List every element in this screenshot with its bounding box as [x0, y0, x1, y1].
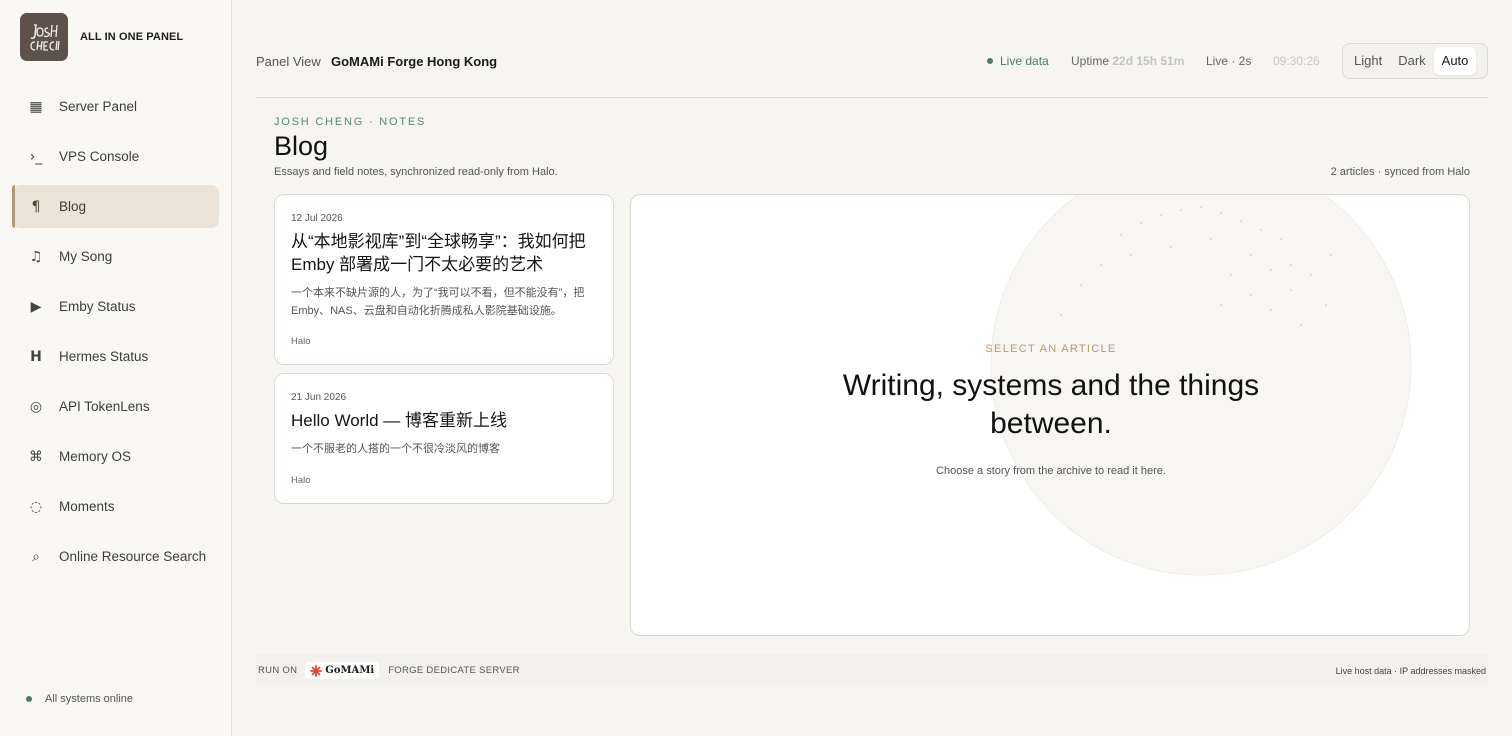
sidebar-item-label: Server Panel [59, 99, 138, 114]
article-excerpt: 一个本来不缺片源的人，为了“我可以不看，但不能没有”，把 Emby、NAS、云盘… [291, 287, 585, 317]
article-title: Hello World — 博客重新上线 [291, 411, 507, 430]
refresh-interval: Live · 2s [1206, 54, 1252, 68]
theme-light-button[interactable]: Light [1346, 47, 1390, 75]
sidebar-item-label: API TokenLens [59, 399, 150, 414]
play-icon: ▶ [30, 298, 42, 315]
sidebar-nav: ▦ Server Panel ›_ VPS Console ¶ Blog ♫ M… [12, 85, 219, 585]
reader-title: Writing, systems and the things between. [842, 369, 1260, 440]
gomami-badge[interactable]: GoMAMi [305, 662, 380, 679]
live-data-indicator: Live data [987, 54, 1049, 68]
article-excerpt: 一个不服老的人搭的一个不很冷淡风的博客 [291, 443, 500, 455]
article-date: 12 Jul 2026 [291, 213, 343, 224]
uptime-label: Uptime [1071, 54, 1110, 68]
article-source: Halo [291, 475, 311, 486]
sidebar-item-label: Hermes Status [59, 349, 149, 364]
dotted-circle-icon: ◌ [29, 498, 43, 515]
footer: RUN ON GoMAMi FORGE DEDICATE SERVER Live… [256, 654, 1488, 687]
reader-subtitle: Choose a story from the archive to read … [936, 465, 1166, 477]
article-count: 2 articles · synced from Halo [1330, 166, 1470, 178]
clock: 09:30:26 [1273, 54, 1320, 68]
topbar: Panel View GoMAMi Forge Hong Kong Live d… [256, 43, 1488, 79]
brand[interactable]: ALL IN ONE PANEL [20, 13, 183, 61]
gomami-logo-icon [310, 664, 323, 677]
sidebar-item-label: Memory OS [59, 449, 132, 464]
footer-note: Live host data · IP addresses masked [1335, 665, 1486, 676]
breadcrumb: Panel View [256, 54, 321, 69]
sidebar-item-api-tokenlens[interactable]: ◎ API TokenLens [12, 385, 219, 428]
article-source: Halo [291, 336, 311, 347]
page-title: Blog [274, 131, 329, 161]
letter-h-icon: H [30, 348, 42, 365]
sidebar-item-label: Online Resource Search [59, 549, 207, 564]
theme-auto-button[interactable]: Auto [1433, 47, 1477, 75]
theme-dark-button[interactable]: Dark [1390, 47, 1433, 75]
terminal-icon: ›_ [29, 148, 43, 165]
pilcrow-icon: ¶ [31, 198, 41, 215]
sidebar-item-my-song[interactable]: ♫ My Song [12, 235, 219, 278]
sidebar-item-vps-console[interactable]: ›_ VPS Console [12, 135, 219, 178]
reader-eyebrow: SELECT AN ARTICLE [985, 343, 1117, 355]
page-context-title: GoMAMi Forge Hong Kong [331, 54, 498, 69]
command-icon: ⌘ [29, 448, 43, 465]
sidebar-item-hermes-status[interactable]: H Hermes Status [12, 335, 219, 378]
uptime-value: 22d 15h 51m [1112, 54, 1185, 68]
sidebar-item-memory-os[interactable]: ⌘ Memory OS [12, 435, 219, 478]
system-status: All systems online [26, 693, 133, 705]
music-note-icon: ♫ [29, 248, 43, 265]
live-dot-icon [987, 58, 993, 64]
article-title: 从“本地影视库”到“全球畅享”：我如何把 Emby 部署成一门不太必要的艺术 [291, 232, 586, 274]
search-icon: ⌕ [32, 548, 40, 565]
sidebar-item-moments[interactable]: ◌ Moments [12, 485, 219, 528]
status-dot-icon [26, 696, 32, 702]
article-reader: SELECT AN ARTICLE Writing, systems and t… [630, 194, 1470, 636]
page-eyebrow: JOSH CHENG · NOTES [274, 116, 427, 128]
sidebar-item-server-panel[interactable]: ▦ Server Panel [12, 85, 219, 128]
sidebar-item-emby-status[interactable]: ▶ Emby Status [12, 285, 219, 328]
forge-label: FORGE DEDICATE SERVER [388, 665, 520, 676]
sidebar-item-label: Blog [59, 199, 87, 214]
sidebar-item-label: My Song [59, 249, 113, 264]
run-on-label: RUN ON [258, 665, 298, 676]
gomami-label: GoMAMi [325, 665, 375, 676]
sidebar-item-label: Moments [59, 499, 115, 514]
header-divider [256, 97, 1488, 98]
brand-logo [20, 13, 68, 61]
target-icon: ◎ [29, 398, 43, 415]
grid-icon: ▦ [29, 98, 43, 115]
sidebar-item-label: Emby Status [59, 299, 136, 314]
system-status-label: All systems online [45, 693, 134, 705]
article-date: 21 Jun 2026 [291, 392, 347, 403]
signature-logo-icon [30, 24, 60, 51]
article-card[interactable]: 21 Jun 2026 Hello World — 博客重新上线 一个不服老的人… [274, 373, 614, 504]
theme-switcher: Light Dark Auto [1342, 43, 1488, 79]
article-card[interactable]: 12 Jul 2026 从“本地影视库”到“全球畅享”：我如何把 Emby 部署… [274, 194, 614, 365]
sidebar-item-online-resource-search[interactable]: ⌕ Online Resource Search [12, 535, 219, 578]
brand-name: ALL IN ONE PANEL [80, 31, 184, 43]
live-data-label: Live data [1000, 54, 1049, 68]
page-subtitle: Essays and field notes, synchronized rea… [274, 166, 558, 178]
sidebar-item-blog[interactable]: ¶ Blog [12, 185, 219, 228]
sidebar: ALL IN ONE PANEL ▦ Server Panel ›_ VPS C… [0, 0, 232, 736]
sidebar-item-label: VPS Console [59, 149, 140, 164]
uptime: Uptime 22d 15h 51m [1071, 54, 1184, 68]
